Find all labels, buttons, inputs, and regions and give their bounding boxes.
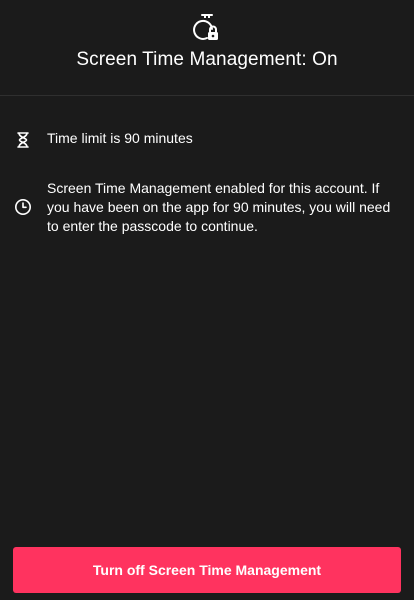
description-text: Screen Time Management enabled for this …: [47, 180, 391, 234]
clock-icon: [15, 199, 31, 215]
stopwatch-lock-icon: [193, 14, 218, 40]
time-limit-row: Time limit is 90 minutes: [0, 122, 414, 156]
time-limit-text: Time limit is 90 minutes: [47, 130, 193, 146]
header: Screen Time Management: On: [0, 0, 414, 95]
description-row: Screen Time Management enabled for this …: [0, 173, 414, 237]
page-title: Screen Time Management: On: [76, 49, 338, 70]
turn-off-screen-time-button[interactable]: Turn off Screen Time Management: [13, 547, 401, 593]
divider: [0, 95, 414, 96]
hourglass-icon: [17, 132, 29, 148]
